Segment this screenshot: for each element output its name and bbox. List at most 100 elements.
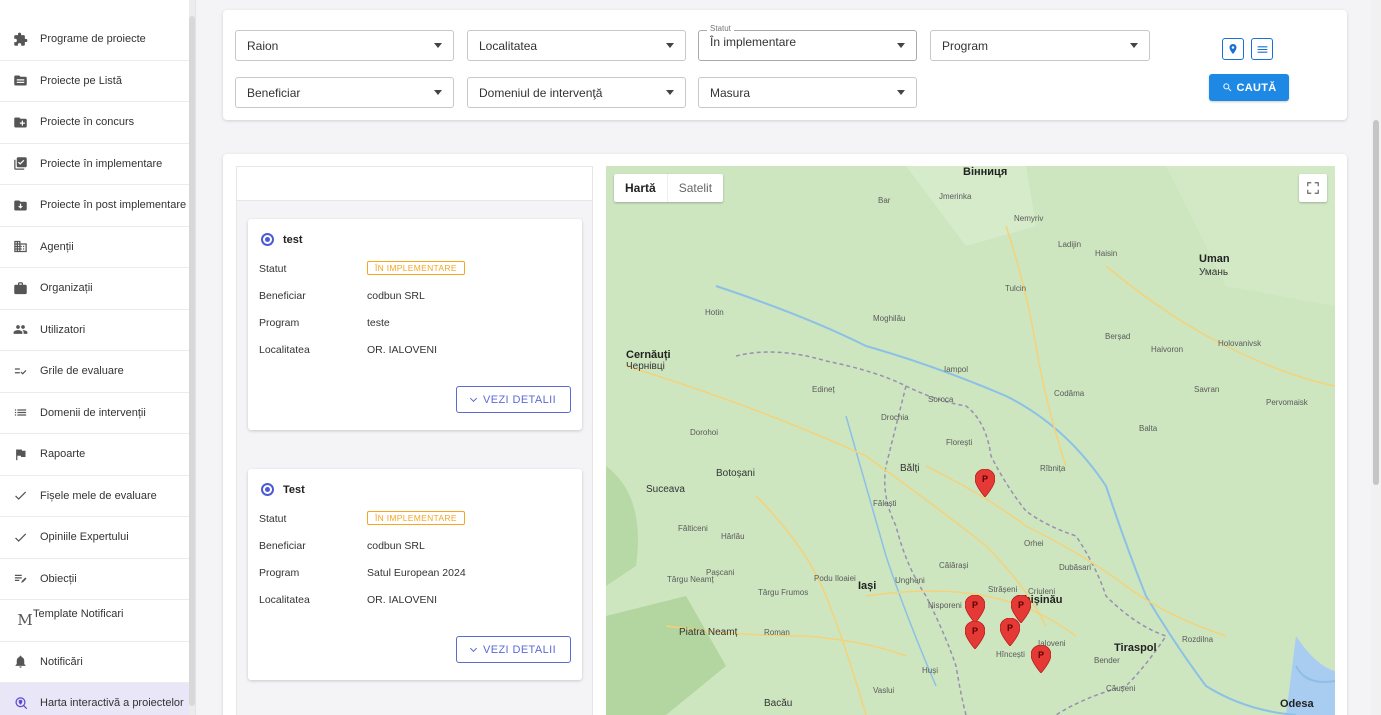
map-label: Tiraspol: [1114, 642, 1157, 654]
statut-label: Statut: [259, 513, 287, 525]
map-label: Codâma: [1054, 389, 1085, 398]
sidebar-item-domenii-de-interventii[interactable]: Domenii de intervenții: [0, 393, 190, 434]
search-button[interactable]: CAUTĂ: [1209, 74, 1289, 101]
view-details-label: VEZI DETALII: [482, 643, 557, 656]
project-marker[interactable]: P: [1000, 618, 1020, 646]
program-select[interactable]: Program: [930, 30, 1150, 61]
sidebar-item-agentii[interactable]: Agenții: [0, 227, 190, 268]
map-label: Piatra Neamț: [679, 627, 738, 638]
fullscreen-button[interactable]: [1299, 174, 1327, 202]
sidebar-item-programe-de-proiecte[interactable]: Programe de proiecte: [0, 19, 190, 61]
map-label: Hîncești: [996, 650, 1025, 659]
sidebar-item-label: Fișele mele de evaluare: [40, 489, 157, 502]
project-list[interactable]: test Statut ÎN IMPLEMENTARE Beneficiar c…: [236, 166, 593, 715]
map-view-button[interactable]: [1222, 38, 1244, 60]
sidebar-item-template-notificari[interactable]: M Template Notificari: [0, 600, 190, 642]
sidebar-item-label: Programe de proiecte: [40, 33, 146, 46]
view-details-button[interactable]: VEZI DETALII: [456, 636, 571, 663]
map-label: Rîbnița: [1040, 464, 1066, 473]
map-label: Bălți: [900, 463, 920, 474]
map-label: Iași: [858, 580, 877, 592]
sidebar-item-notificari[interactable]: Notificări: [0, 642, 190, 683]
beneficiar-value: codbun SRL: [367, 540, 425, 552]
project-marker[interactable]: P: [975, 469, 995, 497]
sidebar-item-label: Harta interactivă a proiectelor: [40, 697, 184, 710]
beneficiar-value: codbun SRL: [367, 290, 425, 302]
project-card[interactable]: test Statut ÎN IMPLEMENTARE Beneficiar c…: [248, 219, 582, 430]
checklist-icon: [11, 155, 29, 173]
sidebar-item-obiectii[interactable]: Obiecții: [0, 559, 190, 600]
map-label: Botoșani: [716, 468, 755, 479]
sidebar-item-organizatii[interactable]: Organizații: [0, 268, 190, 310]
view-details-button[interactable]: VEZI DETALII: [456, 386, 571, 413]
sidebar-item-harta-interactiva[interactable]: Harta interactivă a proiectelor: [0, 683, 190, 715]
sidebar-item-grile-de-evaluare[interactable]: Grile de evaluare: [0, 351, 190, 393]
map-label: Odesa: [1280, 698, 1314, 710]
sidebar-item-opiniile-expertului[interactable]: Opiniile Expertului: [0, 517, 190, 559]
bell-icon: [11, 653, 29, 671]
grade-list-icon: [11, 362, 29, 380]
map-label: Savran: [1194, 385, 1220, 394]
masura-select-value: Masura: [710, 85, 751, 100]
tab-map[interactable]: Hartă: [614, 174, 667, 202]
check-icon: [11, 487, 29, 505]
statut-select[interactable]: Statut În implementare: [698, 24, 917, 61]
sidebar-item-label: Proiecte în concurs: [40, 116, 135, 129]
sidebar-scrollbar[interactable]: [189, 0, 195, 715]
tab-satellite[interactable]: Satelit: [666, 174, 723, 202]
sidebar-item-label: Domenii de intervenții: [40, 406, 146, 419]
project-radio[interactable]: [261, 483, 274, 496]
map-label: Dubăsari: [1059, 563, 1092, 572]
list-view-button[interactable]: [1251, 38, 1273, 60]
sidebar-item-proiecte-in-post-implementare[interactable]: Proiecte în post implementare: [0, 185, 190, 227]
map-label: Târgu Neamț: [667, 575, 714, 584]
localitatea-select[interactable]: Localitatea: [467, 30, 686, 61]
marker-label: P: [1007, 623, 1013, 633]
filter-panel: Raion Localitatea Statut În implementare…: [223, 10, 1347, 120]
sidebar-item-utilizatori[interactable]: Utilizatori: [0, 310, 190, 351]
page-scrollbar[interactable]: [1371, 0, 1381, 715]
project-radio[interactable]: [261, 233, 274, 246]
map-label: Haivoron: [1151, 345, 1184, 354]
domeniul-select[interactable]: Domeniul de intervenţă: [467, 77, 686, 108]
raion-select[interactable]: Raion: [235, 30, 454, 61]
project-marker[interactable]: P: [965, 621, 985, 649]
sidebar-item-proiecte-pe-lista[interactable]: Proiecte pe Listă: [0, 61, 190, 102]
beneficiar-select[interactable]: Beneficiar: [235, 77, 454, 108]
project-card[interactable]: Test Statut ÎN IMPLEMENTARE Beneficiar c…: [248, 469, 582, 680]
sidebar-item-proiecte-in-concurs[interactable]: Proiecte în concurs: [0, 102, 190, 144]
localitatea-value: OR. IALOVENI: [367, 344, 438, 356]
masura-select[interactable]: Masura: [698, 77, 917, 108]
sidebar-item-label: Organizații: [40, 282, 93, 295]
map-label: Pervomaisk: [1266, 398, 1308, 407]
map-label: Berșad: [1105, 332, 1131, 341]
sidebar-item-rapoarte[interactable]: Rapoarte: [0, 434, 190, 476]
program-value: Satul European 2024: [367, 567, 466, 579]
map-label: Huși: [922, 666, 939, 675]
marker-label: P: [972, 626, 978, 636]
sidebar-item-label: Utilizatori: [40, 323, 86, 336]
map-pin-icon: [1229, 44, 1237, 54]
project-card-header: test: [261, 233, 303, 246]
project-marker[interactable]: P: [965, 595, 985, 623]
sidebar-menu: Programe de proiecte Proiecte pe Listă P…: [0, 19, 190, 715]
sidebar-item-label: Rapoarte: [40, 448, 86, 461]
chevron-down-icon: [434, 43, 442, 48]
map-label: Умань: [1199, 267, 1229, 278]
sidebar-item-fisele-mele-de-evaluare[interactable]: Fișele mele de evaluare: [0, 476, 190, 517]
localitatea-label: Localitatea: [259, 594, 310, 606]
map-label: Ladijin: [1058, 240, 1082, 249]
puzzle-icon: [11, 30, 29, 48]
sidebar-item-label: Obiecții: [40, 572, 77, 585]
sidebar-item-proiecte-in-implementare[interactable]: Proiecte în implementare: [0, 144, 190, 185]
interactive-map[interactable]: Hartă Satelit Вінниця Jmerinka Bar Nemyr…: [606, 166, 1335, 715]
program-label: Program: [259, 567, 300, 579]
project-marker[interactable]: P: [1031, 645, 1051, 673]
map-label: Bar: [878, 196, 891, 205]
map-label: Nisporeni: [928, 601, 962, 610]
map-label: Holovanivsk: [1218, 339, 1262, 348]
status-badge: ÎN IMPLEMENTARE: [367, 511, 465, 525]
project-title: Test: [283, 483, 305, 496]
localitatea-value: OR. IALOVENI: [367, 594, 438, 606]
chevron-down-icon: [897, 43, 905, 48]
